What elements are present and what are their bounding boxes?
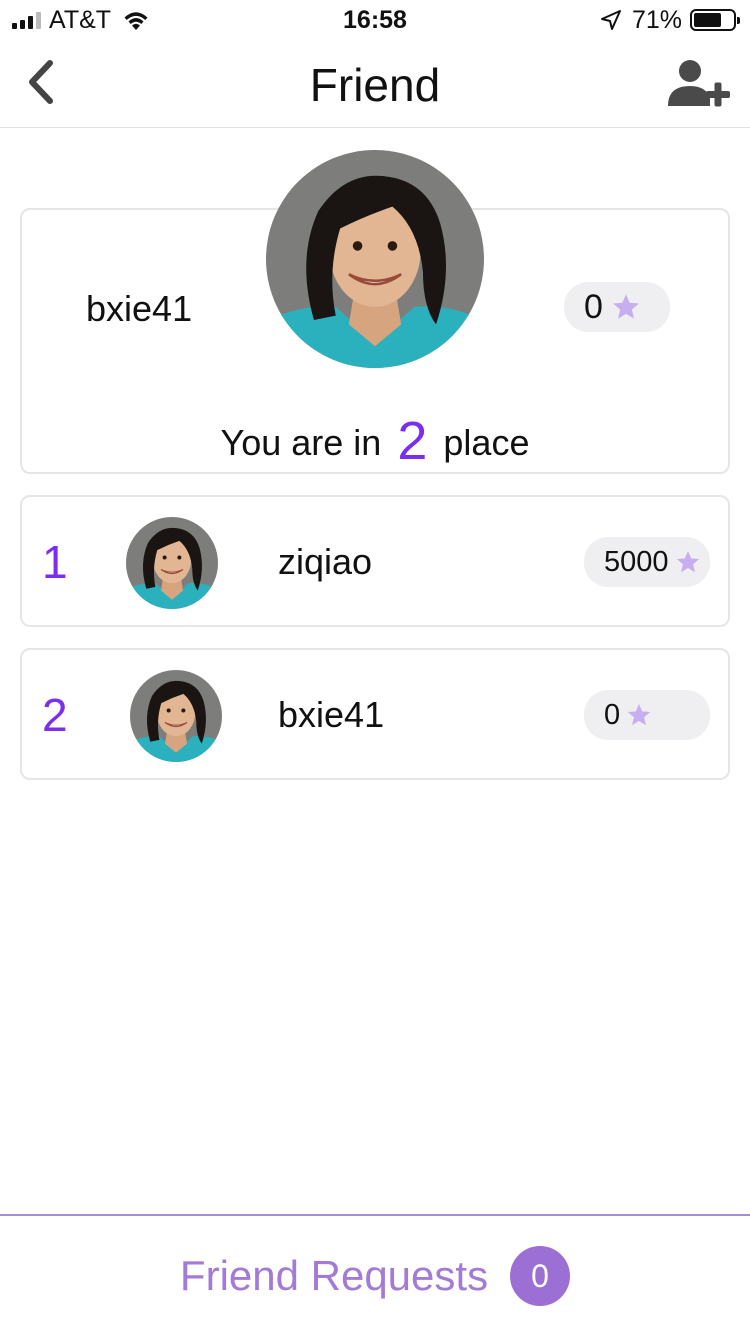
- battery-percent: 71%: [631, 5, 682, 34]
- avatar: [126, 517, 218, 609]
- leaderboard-row[interactable]: 2 bxie41 0: [20, 648, 730, 780]
- location-arrow-icon: [600, 10, 621, 30]
- score-badge: 5000: [584, 537, 710, 587]
- score-value: 0: [604, 698, 621, 731]
- avatar: [130, 670, 222, 762]
- nav-bar: Friend: [0, 40, 750, 128]
- page-title: Friend: [309, 59, 441, 111]
- place-text: You are in 2 place: [22, 410, 728, 472]
- my-avatar[interactable]: [266, 150, 484, 368]
- battery-fill: [694, 13, 721, 27]
- rank-number: 2: [42, 689, 68, 741]
- avatar-photo: [126, 517, 218, 609]
- my-score-value: 0: [584, 287, 603, 326]
- score-badge: 0: [584, 690, 710, 740]
- friend-name: bxie41: [278, 694, 385, 735]
- avatar-photo: [130, 670, 222, 762]
- friend-requests-count-badge: 0: [510, 1246, 571, 1306]
- status-right: 71%: [600, 5, 740, 34]
- score-value: 5000: [604, 545, 669, 578]
- avatar-photo: [266, 150, 484, 368]
- place-rank: 2: [397, 411, 428, 471]
- my-username: bxie41: [86, 288, 193, 329]
- bottom-bar: Friend Requests 0: [0, 1214, 750, 1334]
- place-prefix: You are in: [220, 422, 382, 463]
- friend-name: ziqiao: [278, 541, 373, 582]
- status-bar: AT&T 16:58 71%: [0, 0, 750, 40]
- friend-requests-button[interactable]: Friend Requests 0: [0, 1246, 750, 1306]
- my-score-badge: 0: [564, 282, 670, 332]
- leaderboard-row[interactable]: 1 ziqiao 5000: [20, 495, 730, 627]
- star-icon: [626, 702, 652, 728]
- battery-icon: [690, 9, 740, 31]
- star-icon: [675, 549, 701, 575]
- star-icon: [611, 292, 641, 322]
- rank-number: 1: [42, 536, 68, 588]
- place-suffix: place: [443, 422, 530, 463]
- add-friend-button[interactable]: [668, 58, 732, 110]
- add-user-icon: [668, 60, 730, 107]
- friend-requests-label: Friend Requests: [179, 1252, 489, 1299]
